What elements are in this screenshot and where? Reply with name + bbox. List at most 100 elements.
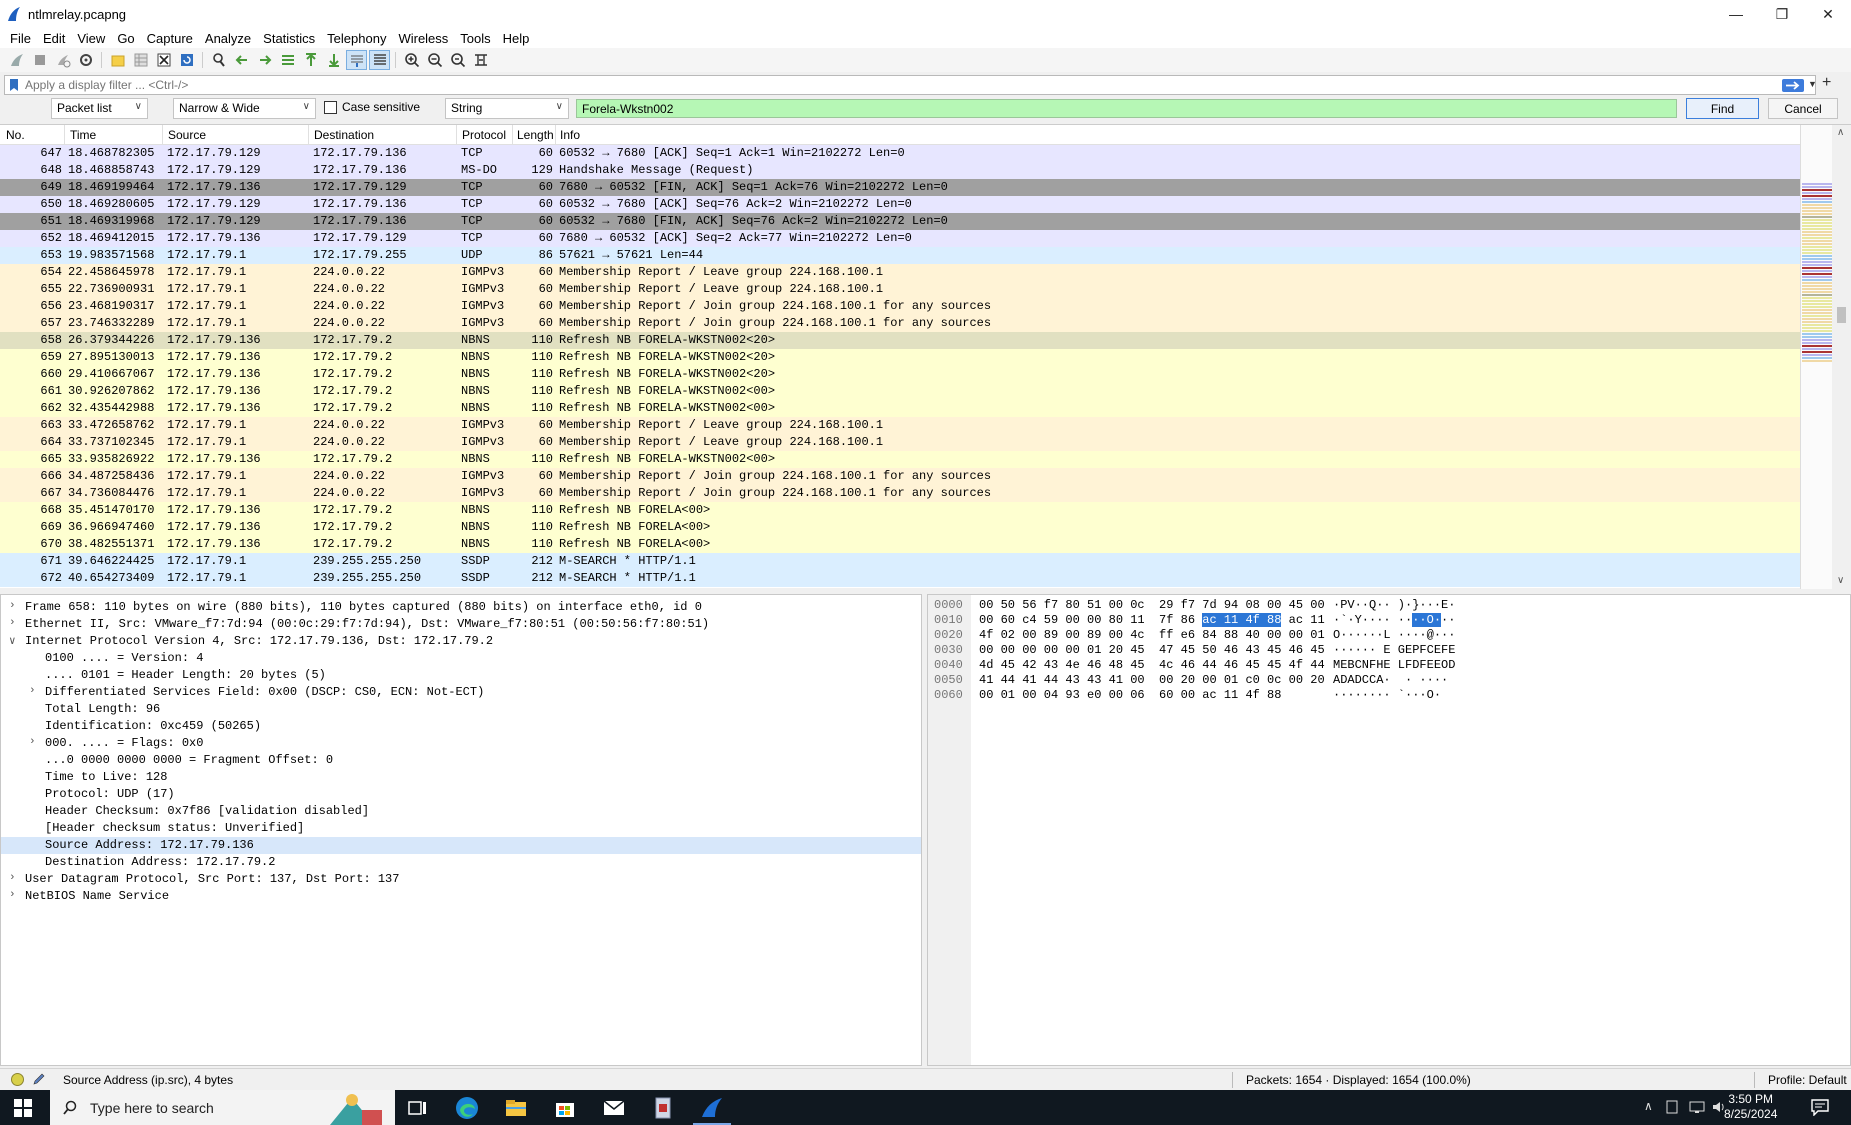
byte-ascii[interactable]: ······ E GEPFCEFE xyxy=(1333,643,1455,658)
packet-row[interactable]: 658 26.379344226 172.17.79.136 172.17.79.2 N… xyxy=(0,332,1800,349)
expanded-chevron-icon[interactable]: ∨ xyxy=(9,634,16,648)
taskbar-search-box[interactable]: Type here to search xyxy=(50,1090,395,1125)
detail-row[interactable]: Destination Address: 172.17.79.2 xyxy=(1,854,921,871)
packet-row[interactable]: 662 32.435442988 172.17.79.136 172.17.79.2 N… xyxy=(0,400,1800,417)
menu-tools[interactable]: Tools xyxy=(454,31,496,46)
search-in-select[interactable]: Packet list ∨ xyxy=(51,98,148,119)
collapsed-chevron-icon[interactable]: › xyxy=(29,736,36,748)
close-button[interactable]: ✕ xyxy=(1805,0,1851,28)
detail-row[interactable]: › Frame 658: 110 bytes on wire (880 bits)… xyxy=(1,599,921,616)
colorize-button[interactable] xyxy=(369,50,390,70)
file-explorer-icon[interactable] xyxy=(503,1095,529,1121)
packet-row[interactable]: 666 34.487258436 172.17.79.1 224.0.0.22 IGMP… xyxy=(0,468,1800,485)
archive-app-icon[interactable] xyxy=(650,1095,676,1121)
detail-row[interactable]: › NetBIOS Name Service xyxy=(1,888,921,905)
packet-row[interactable]: 668 35.451470170 172.17.79.136 172.17.79.2 N… xyxy=(0,502,1800,519)
packet-row[interactable]: 670 38.482551371 172.17.79.136 172.17.79.2 N… xyxy=(0,536,1800,553)
go-first-packet-button[interactable] xyxy=(300,50,321,70)
column-divider[interactable] xyxy=(512,125,513,145)
packet-row[interactable]: 648 18.468858743 172.17.79.129 172.17.79.13… xyxy=(0,162,1800,179)
column-divider[interactable] xyxy=(64,125,65,145)
byte-hex[interactable]: 00 60 c4 59 00 00 80 11 7f 86 ac 11 4f 8… xyxy=(979,613,1325,628)
packet-row[interactable]: 657 23.746332289 172.17.79.1 224.0.0.22 IGMP… xyxy=(0,315,1800,332)
byte-hex[interactable]: 00 50 56 f7 80 51 00 0c 29 f7 7d 94 08 0… xyxy=(979,598,1325,613)
scroll-down-icon[interactable]: ∨ xyxy=(1837,575,1844,586)
find-packet-button[interactable] xyxy=(208,50,229,70)
character-width-select[interactable]: Narrow & Wide ∨ xyxy=(173,98,316,119)
packet-row[interactable]: 655 22.736900931 172.17.79.1 224.0.0.22 IGMP… xyxy=(0,281,1800,298)
detail-row[interactable]: Time to Live: 128 xyxy=(1,769,921,786)
packet-row[interactable]: 665 33.935826922 172.17.79.136 172.17.79.2 N… xyxy=(0,451,1800,468)
search-type-select[interactable]: String ∨ xyxy=(445,98,569,119)
bookmark-icon[interactable] xyxy=(8,78,20,92)
detail-row[interactable]: › User Datagram Protocol, Src Port: 137, … xyxy=(1,871,921,888)
byte-ascii[interactable]: ·`·Y···· ····O··· xyxy=(1333,613,1455,628)
start-capture-button[interactable] xyxy=(6,50,27,70)
checkbox-box[interactable] xyxy=(324,100,337,114)
column-header-info[interactable]: Info xyxy=(560,128,580,142)
microsoft-store-icon[interactable] xyxy=(552,1095,578,1121)
byte-ascii[interactable]: MEBCNFHE LFDFEEOD xyxy=(1333,658,1455,673)
byte-ascii[interactable]: ·PV··Q·· )·}···E· xyxy=(1333,598,1455,613)
column-header-protocol[interactable]: Protocol xyxy=(462,128,506,142)
detail-row[interactable]: › Differentiated Services Field: 0x00 (DS… xyxy=(1,684,921,701)
menu-analyze[interactable]: Analyze xyxy=(199,31,257,46)
stop-capture-button[interactable] xyxy=(29,50,50,70)
packet-row[interactable]: 652 18.469412015 172.17.79.136 172.17.79.12… xyxy=(0,230,1800,247)
detail-row[interactable]: 0100 .... = Version: 4 xyxy=(1,650,921,667)
menu-go[interactable]: Go xyxy=(111,31,140,46)
close-file-button[interactable] xyxy=(153,50,174,70)
display-filter-input[interactable] xyxy=(25,77,1775,93)
packet-minimap[interactable] xyxy=(1800,125,1832,589)
byte-ascii[interactable]: ADADCCA· · ···· xyxy=(1333,673,1463,688)
show-hidden-icons-chevron-icon[interactable]: ∧ xyxy=(1644,1099,1653,1113)
add-filter-button-plus-icon[interactable]: + xyxy=(1822,74,1831,92)
menu-wireless[interactable]: Wireless xyxy=(392,31,454,46)
detail-row[interactable]: Total Length: 96 xyxy=(1,701,921,718)
reload-file-button[interactable] xyxy=(176,50,197,70)
menu-capture[interactable]: Capture xyxy=(141,31,199,46)
collapsed-chevron-icon[interactable]: › xyxy=(9,872,16,884)
device-tray-icon[interactable] xyxy=(1664,1099,1680,1115)
find-search-input[interactable]: Forela-Wkstn002 xyxy=(576,99,1677,118)
resize-columns-button[interactable] xyxy=(470,50,491,70)
packet-list-scrollbar[interactable]: ∧ ∨ xyxy=(1832,125,1851,589)
packet-row[interactable]: 663 33.472658762 172.17.79.1 224.0.0.22 IGMP… xyxy=(0,417,1800,434)
menu-edit[interactable]: Edit xyxy=(37,31,71,46)
notifications-icon[interactable] xyxy=(1810,1098,1830,1116)
detail-row[interactable]: [Header checksum status: Unverified] xyxy=(1,820,921,837)
capture-options-button[interactable] xyxy=(75,50,96,70)
detail-row[interactable]: › Ethernet II, Src: VMware_f7:7d:94 (00:0… xyxy=(1,616,921,633)
expert-info-led-icon[interactable] xyxy=(11,1073,24,1086)
detail-row[interactable]: › 000. .... = Flags: 0x0 xyxy=(1,735,921,752)
status-profile[interactable]: Profile: Default xyxy=(1768,1073,1847,1087)
autoscroll-button[interactable] xyxy=(346,50,367,70)
taskbar-clock[interactable]: 3:50 PM 8/25/2024 xyxy=(1724,1092,1777,1122)
edit-comment-pen-icon[interactable] xyxy=(32,1072,46,1086)
collapsed-chevron-icon[interactable]: › xyxy=(9,600,16,612)
filter-history-chevron-icon[interactable]: ▼ xyxy=(1808,79,1817,89)
go-back-button[interactable] xyxy=(231,50,252,70)
packet-row[interactable]: 671 39.646224425 172.17.79.1 239.255.255.25… xyxy=(0,553,1800,570)
detail-row[interactable]: Protocol: UDP (17) xyxy=(1,786,921,803)
column-header-source[interactable]: Source xyxy=(168,128,206,142)
byte-hex[interactable]: 4d 45 42 43 4e 46 48 45 4c 46 44 46 45 4… xyxy=(979,658,1325,673)
packet-row[interactable]: 647 18.468782305 172.17.79.129 172.17.79.13… xyxy=(0,145,1800,162)
find-button[interactable]: Find xyxy=(1686,98,1759,119)
detail-row[interactable]: .... 0101 = Header Length: 20 bytes (5) xyxy=(1,667,921,684)
cancel-button[interactable]: Cancel xyxy=(1768,98,1838,119)
menu-view[interactable]: View xyxy=(71,31,111,46)
column-header-length[interactable]: Length xyxy=(517,128,555,142)
packet-row[interactable]: 656 23.468190317 172.17.79.1 224.0.0.22 IGMP… xyxy=(0,298,1800,315)
packet-row[interactable]: 653 19.983571568 172.17.79.1 172.17.79.255 U… xyxy=(0,247,1800,264)
byte-hex[interactable]: 41 44 41 44 43 43 41 00 00 20 00 01 c0 0… xyxy=(979,673,1325,688)
detail-row[interactable]: ∨ Internet Protocol Version 4, Src: 172.1… xyxy=(1,633,921,650)
menu-file[interactable]: File xyxy=(4,31,37,46)
column-divider[interactable] xyxy=(308,125,309,145)
column-header-no[interactable]: No. xyxy=(6,128,25,142)
byte-ascii[interactable]: ········ `···O· xyxy=(1333,688,1441,703)
menu-telephony[interactable]: Telephony xyxy=(321,31,392,46)
detail-row[interactable]: Source Address: 172.17.79.136 xyxy=(1,837,921,854)
collapsed-chevron-icon[interactable]: › xyxy=(29,685,36,697)
go-to-packet-button[interactable] xyxy=(277,50,298,70)
